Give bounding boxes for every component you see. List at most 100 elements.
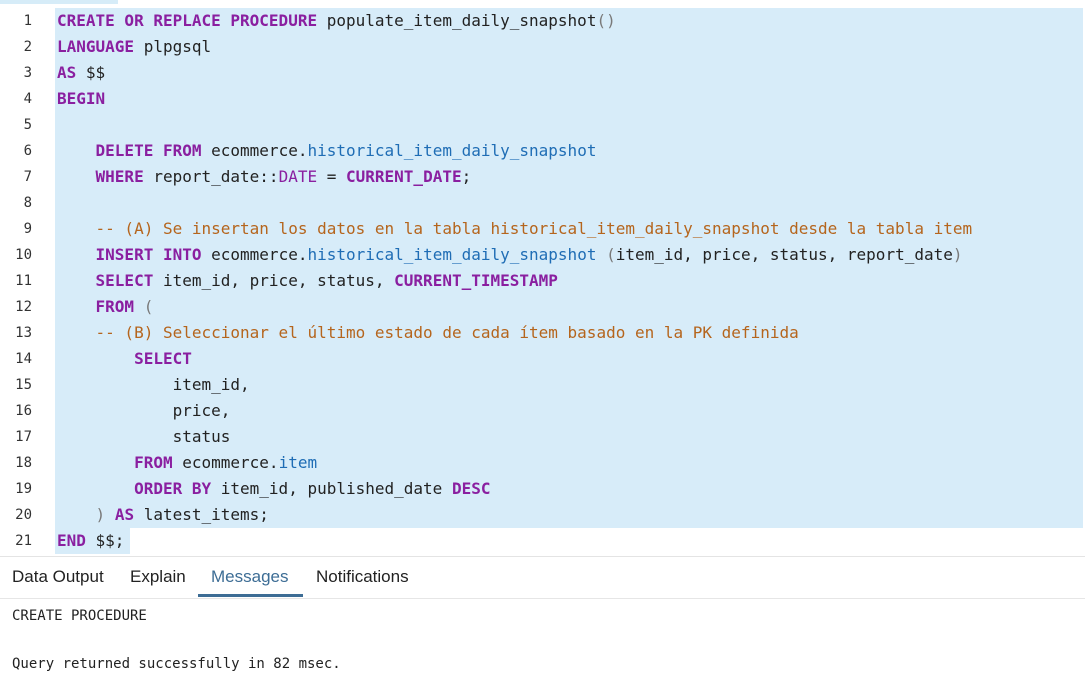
code-token: = bbox=[317, 167, 346, 186]
code-token: historical_item_daily_snapshot bbox=[307, 245, 597, 264]
code-line[interactable]: price, bbox=[57, 398, 231, 424]
selection-highlight bbox=[55, 190, 1083, 216]
message-status-line: CREATE PROCEDURE bbox=[12, 608, 147, 624]
code-token: plpgsql bbox=[134, 37, 212, 56]
code-line[interactable]: FROM ecommerce.item bbox=[57, 450, 317, 476]
line-number: 14 bbox=[15, 351, 32, 367]
code-token: ORDER BY bbox=[134, 479, 212, 498]
code-token: CREATE OR REPLACE PROCEDURE bbox=[57, 11, 318, 30]
code-line[interactable]: END $$; bbox=[57, 528, 124, 554]
code-line[interactable]: LANGUAGE plpgsql bbox=[57, 34, 211, 60]
line-number: 10 bbox=[15, 247, 32, 263]
line-number: 11 bbox=[15, 273, 32, 289]
output-tabs: Data Output Explain Messages Notificatio… bbox=[0, 557, 1085, 599]
message-query-result: Query returned successfully in 82 msec. bbox=[12, 656, 341, 672]
code-token: ( bbox=[596, 245, 616, 264]
code-token: ) bbox=[952, 245, 963, 264]
code-token: FROM bbox=[95, 297, 135, 316]
code-token: ecommerce. bbox=[201, 141, 308, 160]
code-line[interactable]: ORDER BY item_id, published_date DESC bbox=[57, 476, 490, 502]
code-line[interactable]: DELETE FROM ecommerce.historical_item_da… bbox=[57, 138, 597, 164]
code-token: price, bbox=[57, 401, 231, 420]
code-token: ecommerce. bbox=[172, 453, 279, 472]
tab-data-output[interactable]: Data Output bbox=[12, 557, 104, 597]
code-line[interactable]: SELECT item_id, price, status, CURRENT_T… bbox=[57, 268, 558, 294]
code-token: ecommerce. bbox=[201, 245, 308, 264]
code-token: BEGIN bbox=[57, 89, 106, 108]
line-number: 19 bbox=[15, 481, 32, 497]
code-line[interactable]: -- (A) Se insertan los datos en la tabla… bbox=[57, 216, 973, 242]
line-number: 6 bbox=[23, 143, 32, 159]
line-number: 5 bbox=[23, 117, 32, 133]
code-token: item_id, bbox=[57, 375, 250, 394]
line-number: 4 bbox=[23, 91, 32, 107]
code-line[interactable]: ) AS latest_items; bbox=[57, 502, 269, 528]
code-token: -- (B) Seleccionar el último estado de c… bbox=[95, 323, 799, 342]
code-token: END bbox=[57, 531, 86, 550]
line-number: 13 bbox=[15, 325, 32, 341]
toolbar-accent-strip bbox=[0, 0, 118, 4]
selection-highlight bbox=[55, 294, 1083, 320]
code-token: FROM bbox=[134, 453, 173, 472]
code-token: $$ bbox=[76, 63, 106, 82]
selection-highlight bbox=[55, 86, 1083, 112]
code-token: ( bbox=[134, 297, 154, 316]
code-token: AS bbox=[57, 63, 77, 82]
code-token: historical_item_daily_snapshot bbox=[307, 141, 597, 160]
tab-explain[interactable]: Explain bbox=[130, 557, 186, 597]
line-number: 7 bbox=[23, 169, 32, 185]
code-line[interactable]: BEGIN bbox=[57, 86, 105, 112]
selection-highlight bbox=[55, 112, 1083, 138]
selection-highlight bbox=[55, 346, 1083, 372]
code-line[interactable]: SELECT bbox=[57, 346, 192, 372]
code-line[interactable]: item_id, bbox=[57, 372, 250, 398]
line-number: 12 bbox=[15, 299, 32, 315]
code-token: () bbox=[596, 11, 616, 30]
code-token: item_id, published_date bbox=[211, 479, 452, 498]
code-token: report_date:: bbox=[143, 167, 279, 186]
code-token: CURRENT_TIMESTAMP bbox=[394, 271, 558, 290]
tab-notifications[interactable]: Notifications bbox=[316, 557, 409, 597]
code-token: status bbox=[57, 427, 231, 446]
code-line[interactable]: -- (B) Seleccionar el último estado de c… bbox=[57, 320, 799, 346]
code-line[interactable]: status bbox=[57, 424, 231, 450]
tab-messages[interactable]: Messages bbox=[211, 557, 288, 597]
line-number: 2 bbox=[23, 39, 32, 55]
code-token: LANGUAGE bbox=[57, 37, 135, 56]
line-number: 16 bbox=[15, 403, 32, 419]
line-number: 15 bbox=[15, 377, 32, 393]
code-line[interactable]: FROM ( bbox=[57, 294, 154, 320]
line-number: 21 bbox=[15, 533, 32, 549]
selection-highlight bbox=[55, 60, 1083, 86]
code-token: SELECT bbox=[134, 349, 192, 368]
code-token: item_id, price, status, bbox=[153, 271, 395, 290]
line-number: 18 bbox=[15, 455, 32, 471]
code-line[interactable]: INSERT INTO ecommerce.historical_item_da… bbox=[57, 242, 963, 268]
line-number: 3 bbox=[23, 65, 32, 81]
code-token: ) bbox=[95, 505, 106, 524]
code-token: latest_items; bbox=[134, 505, 269, 524]
sql-query-editor[interactable]: 1 CREATE OR REPLACE PROCEDURE populate_it… bbox=[0, 8, 1085, 554]
line-number: 9 bbox=[23, 221, 32, 237]
code-line[interactable]: CREATE OR REPLACE PROCEDURE populate_ite… bbox=[57, 8, 616, 34]
code-token: DELETE FROM bbox=[95, 141, 202, 160]
line-number: 1 bbox=[23, 13, 32, 29]
code-token: SELECT bbox=[95, 271, 154, 290]
code-token: CURRENT_DATE bbox=[346, 167, 462, 186]
code-line[interactable]: AS $$ bbox=[57, 60, 105, 86]
code-token: populate_item_daily_snapshot bbox=[317, 11, 597, 30]
code-token: DESC bbox=[451, 479, 491, 498]
code-token: INSERT INTO bbox=[95, 245, 202, 264]
code-token: -- (A) Se insertan los datos en la tabla… bbox=[95, 219, 973, 238]
code-line[interactable]: WHERE report_date::DATE = CURRENT_DATE; bbox=[57, 164, 472, 190]
